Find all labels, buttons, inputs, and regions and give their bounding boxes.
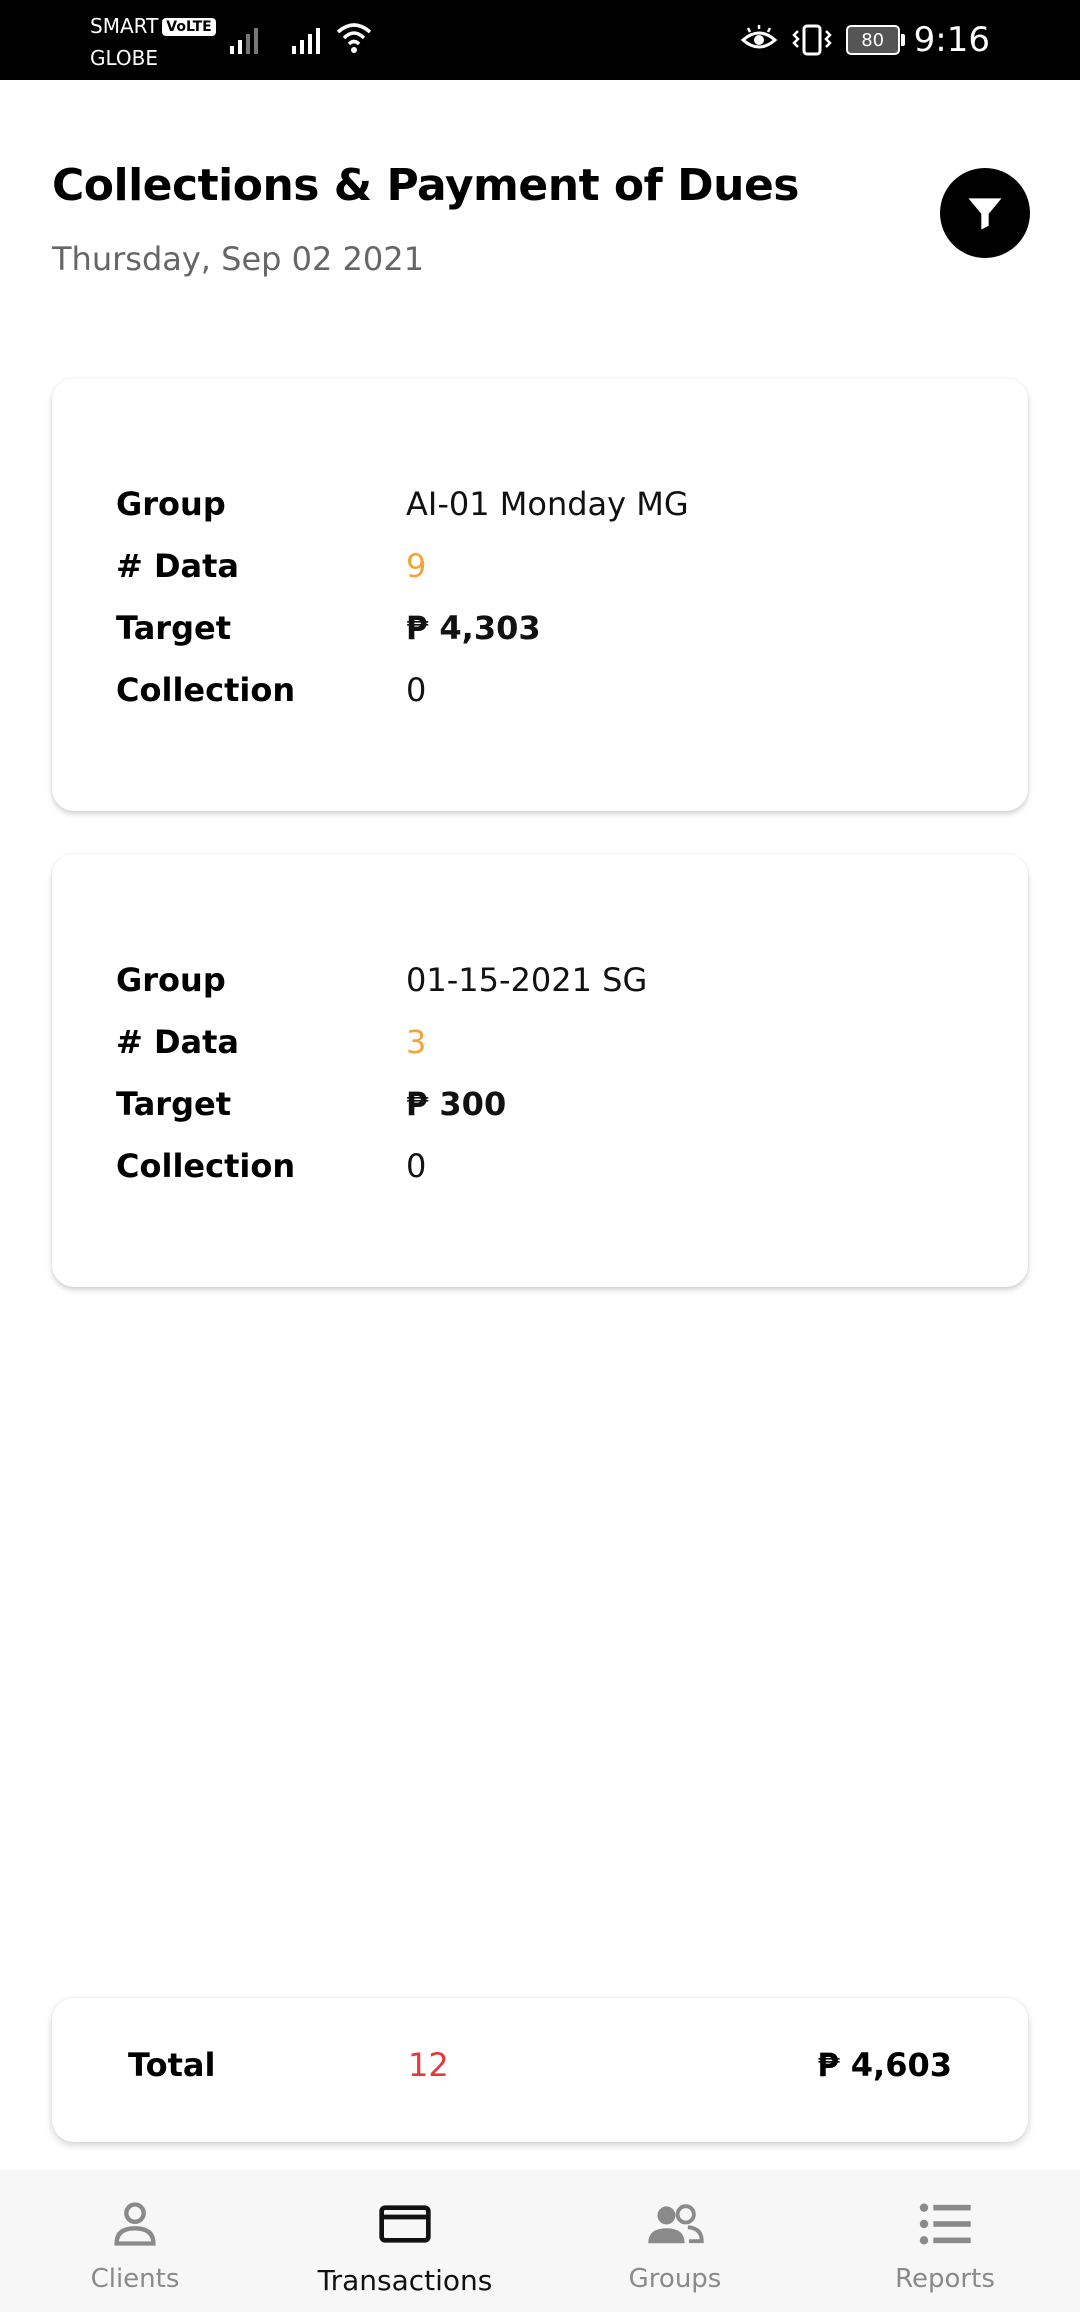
nav-item-reports[interactable]: Reports: [810, 2170, 1080, 2312]
eye-icon: [740, 25, 777, 49]
status-right: 80 9:16: [740, 10, 990, 70]
carrier-2: GLOBE: [90, 46, 159, 70]
vibrate-icon: [791, 24, 832, 56]
filter-icon: [968, 198, 1002, 230]
list-icon: [915, 2194, 975, 2254]
bottom-navigation: Clients Transactions Groups Reports: [0, 2170, 1080, 2312]
volte-badge: VoLTE: [162, 18, 216, 36]
collection-label: Collection: [116, 1147, 296, 1185]
group-row: Group AI-01 Monday MG: [116, 473, 689, 535]
carrier-info: SMART VoLTE GLOBE: [90, 10, 216, 74]
carrier-1: SMART: [90, 14, 159, 38]
signal-icon: [292, 28, 320, 54]
page-date: Thursday, Sep 02 2021: [52, 240, 424, 278]
group-value: AI-01 Monday MG: [406, 485, 689, 523]
wifi-icon: [336, 23, 372, 53]
group-label: Group: [116, 961, 226, 999]
total-amount: ₱ 4,603: [817, 2046, 952, 2084]
group-card[interactable]: Group 01-15-2021 SG # Data 3 Target ₱ 30…: [52, 854, 1028, 1287]
data-label: # Data: [116, 547, 239, 585]
target-value: ₱ 4,303: [406, 609, 541, 647]
target-row: Target ₱ 300: [116, 1073, 506, 1135]
target-value: ₱ 300: [406, 1085, 507, 1123]
target-label: Target: [116, 609, 231, 647]
battery-level: 80: [861, 29, 885, 51]
collection-value: 0: [406, 1147, 427, 1185]
data-label: # Data: [116, 1023, 239, 1061]
total-label: Total: [128, 2046, 216, 2084]
nav-item-transactions[interactable]: Transactions: [270, 2170, 540, 2312]
collection-row: Collection 0: [116, 1135, 426, 1197]
nav-label-groups: Groups: [628, 2264, 722, 2294]
group-icon: [645, 2194, 705, 2254]
total-summary: Total 12 ₱ 4,603: [52, 1998, 1028, 2142]
signal-icon: [230, 28, 258, 54]
group-card[interactable]: Group AI-01 Monday MG # Data 9 Target ₱ …: [52, 378, 1028, 811]
nav-item-groups[interactable]: Groups: [540, 2170, 810, 2312]
collection-value: 0: [406, 671, 427, 709]
target-label: Target: [116, 1085, 231, 1123]
battery-icon: 80: [845, 25, 905, 55]
status-bar: SMART VoLTE GLOBE 80 9:16: [0, 0, 1080, 80]
person-icon: [105, 2194, 165, 2254]
collection-label: Collection: [116, 671, 296, 709]
data-value: 9: [406, 547, 427, 585]
clock: 9:16: [913, 20, 990, 60]
nav-label-reports: Reports: [895, 2264, 995, 2294]
target-row: Target ₱ 4,303: [116, 597, 541, 659]
nav-label-clients: Clients: [90, 2264, 180, 2294]
page-title: Collections & Payment of Dues: [52, 160, 800, 211]
group-label: Group: [116, 485, 226, 523]
filter-button[interactable]: [940, 168, 1030, 258]
group-value: 01-15-2021 SG: [406, 961, 648, 999]
nav-label-transactions: Transactions: [317, 2264, 493, 2297]
data-row: # Data 3: [116, 1011, 426, 1073]
card-icon: [375, 2194, 435, 2254]
collection-row: Collection 0: [116, 659, 426, 721]
data-row: # Data 9: [116, 535, 426, 597]
total-count: 12: [408, 2046, 449, 2084]
data-value: 3: [406, 1023, 427, 1061]
nav-item-clients[interactable]: Clients: [0, 2170, 270, 2312]
group-row: Group 01-15-2021 SG: [116, 949, 647, 1011]
